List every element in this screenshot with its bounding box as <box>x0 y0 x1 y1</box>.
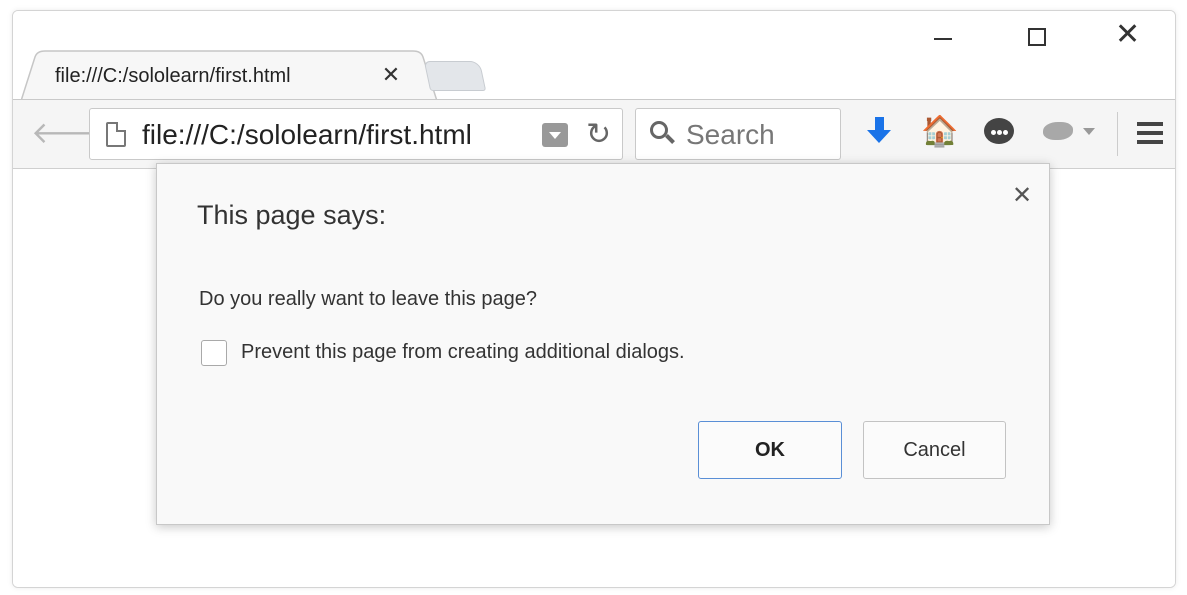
address-bar[interactable]: file:///C:/sololearn/first.html ↻ <box>89 108 623 160</box>
dialog-close-icon[interactable]: ✕ <box>1009 182 1035 210</box>
url-text[interactable]: file:///C:/sololearn/first.html <box>142 119 472 151</box>
bug-icon <box>1043 122 1073 140</box>
minimize-button[interactable] <box>899 11 991 61</box>
chat-icon[interactable] <box>981 114 1017 150</box>
page-icon <box>106 122 126 147</box>
dialog-message: Do you really want to leave this page? <box>199 288 537 310</box>
extension-icon[interactable] <box>1039 114 1103 150</box>
dialog-title: This page says: <box>197 200 387 230</box>
search-bar[interactable]: Search <box>635 108 841 160</box>
navigation-toolbar: 🡐 file:///C:/sololearn/first.html ↻ Sear… <box>13 99 1175 169</box>
tab-title: file:///C:/sololearn/first.html <box>55 65 291 87</box>
dropdown-history-icon[interactable] <box>542 123 568 147</box>
ok-button[interactable]: OK <box>698 421 842 479</box>
cancel-button[interactable]: Cancel <box>863 421 1006 479</box>
window-close-button[interactable]: ✕ <box>1083 11 1175 61</box>
window-controls: ✕ <box>899 11 1175 61</box>
alert-dialog: This page says: ✕ Do you really want to … <box>156 163 1050 525</box>
reload-icon[interactable]: ↻ <box>586 118 611 152</box>
prevent-dialogs-checkbox[interactable] <box>201 340 227 366</box>
search-icon <box>650 121 676 147</box>
hamburger-menu-icon[interactable] <box>1137 122 1163 144</box>
chevron-down-icon <box>1083 128 1095 135</box>
maximize-button[interactable] <box>991 11 1083 61</box>
download-icon[interactable] <box>863 114 895 150</box>
search-placeholder: Search <box>686 119 775 150</box>
new-tab-button[interactable] <box>423 61 487 91</box>
close-icon: ✕ <box>1115 17 1141 52</box>
minimize-icon <box>934 38 952 40</box>
maximize-icon <box>1028 28 1046 46</box>
title-bar: ✕ file:///C:/sololearn/first.html ✕ <box>13 11 1175 101</box>
toolbar-divider <box>1117 112 1118 156</box>
tab-close-icon[interactable]: ✕ <box>379 61 403 89</box>
prevent-dialogs-label[interactable]: Prevent this page from creating addition… <box>241 341 685 364</box>
home-icon[interactable]: 🏠 <box>921 114 958 150</box>
